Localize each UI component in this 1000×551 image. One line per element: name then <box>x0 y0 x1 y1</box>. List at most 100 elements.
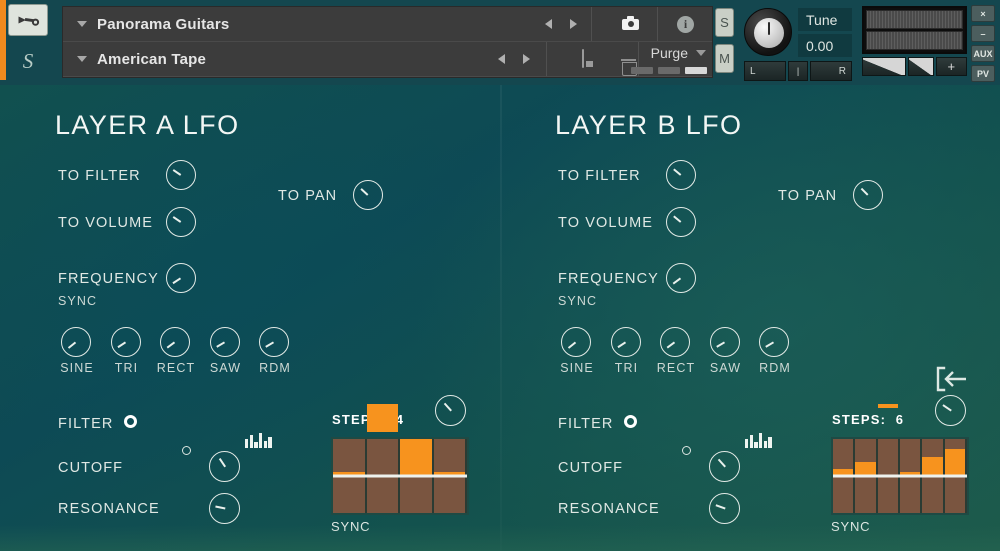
resonance-knob-b[interactable] <box>709 493 740 524</box>
to-filter-knob-b[interactable] <box>666 160 696 190</box>
knob-pointer <box>117 341 126 348</box>
preset-prev-button[interactable] <box>498 54 505 64</box>
to-pan-label-a: TO PAN <box>278 188 338 204</box>
close-button[interactable]: × <box>971 5 995 22</box>
pan-right-label[interactable]: R <box>810 61 852 81</box>
cutoff-mod-indicator-b[interactable] <box>682 446 691 455</box>
seq-bar[interactable] <box>366 404 398 432</box>
volume-minus-label: – <box>867 59 875 74</box>
seq-step[interactable] <box>877 404 900 513</box>
pan-center-handle[interactable]: | <box>788 61 808 81</box>
waveform-knob-saw-b[interactable] <box>709 327 740 357</box>
knob-pointer <box>360 188 369 196</box>
waveform-knob-tri-a[interactable] <box>110 327 141 357</box>
seq-step[interactable] <box>833 439 856 513</box>
waveform-knob-rdm-a[interactable] <box>259 327 289 357</box>
volume-increase-button[interactable]: + <box>935 57 967 76</box>
seq-step[interactable] <box>922 439 945 513</box>
waveform-label-rect-b: RECT <box>656 361 696 375</box>
seq-bar[interactable] <box>855 461 876 476</box>
instrument-next-button[interactable] <box>570 19 577 29</box>
seq-bar[interactable] <box>922 456 943 476</box>
seq-bar[interactable] <box>333 471 365 476</box>
cutoff-knob-b[interactable] <box>709 451 740 482</box>
wrench-icon[interactable] <box>8 4 48 36</box>
to-pan-knob-a[interactable] <box>353 180 383 210</box>
seq-bar[interactable] <box>400 439 432 476</box>
to-filter-knob-a[interactable] <box>166 160 196 190</box>
instrument-row[interactable]: Panorama Guitars i <box>63 7 712 42</box>
seq-bar[interactable] <box>899 471 921 476</box>
frequency-sync-label-a: SYNC <box>58 294 98 308</box>
aux-button[interactable]: AUX <box>971 45 995 62</box>
knob-pointer <box>216 341 225 348</box>
waveform-knob-rdm-b[interactable] <box>759 327 789 357</box>
preset-nav-group <box>498 54 530 64</box>
preset-row[interactable]: American Tape <box>63 42 712 77</box>
cutoff-label-a: CUTOFF <box>58 460 124 476</box>
cutoff-mod-indicator-a[interactable] <box>182 446 191 455</box>
waveform-label-tri-b: TRI <box>614 361 639 375</box>
knob-pointer <box>568 341 577 349</box>
volume-handle[interactable] <box>908 57 934 76</box>
to-volume-knob-a[interactable] <box>166 207 196 237</box>
seq-bar[interactable] <box>833 469 854 476</box>
steps-knob-b[interactable] <box>935 395 966 426</box>
chevron-down-icon[interactable] <box>696 50 706 56</box>
purge-menu[interactable]: Purge <box>651 45 706 61</box>
filter-toggle-a[interactable] <box>124 415 137 428</box>
step-sequencer-b[interactable] <box>831 404 969 515</box>
resonance-label-b: RESONANCE <box>558 501 660 517</box>
filter-toggle-b[interactable] <box>624 415 637 428</box>
seq-bar[interactable] <box>944 449 965 476</box>
resonance-knob-a[interactable] <box>209 493 240 524</box>
seq-step[interactable] <box>944 439 967 513</box>
minimize-button[interactable]: – <box>971 25 995 42</box>
info-icon[interactable]: i <box>677 15 694 33</box>
frequency-knob-b[interactable] <box>666 263 696 293</box>
solo-button[interactable]: S <box>715 8 734 37</box>
volume-decrease-button[interactable]: – <box>862 57 907 76</box>
save-icon[interactable] <box>582 49 584 68</box>
mute-button[interactable]: M <box>715 44 734 73</box>
seq-step[interactable] <box>855 439 878 513</box>
exit-left-arrow-icon[interactable] <box>934 364 970 394</box>
script-logo-icon[interactable]: S <box>8 42 48 80</box>
step-waveform-icon-b[interactable] <box>745 428 775 448</box>
waveform-knob-sine-b[interactable] <box>561 327 591 357</box>
seq-step[interactable] <box>366 404 400 513</box>
camera-icon[interactable] <box>621 15 639 33</box>
pan-left-label[interactable]: L <box>744 61 786 81</box>
volume-slider[interactable]: – + <box>862 57 967 76</box>
to-pan-knob-b[interactable] <box>853 180 883 210</box>
step-sequencer-a[interactable] <box>331 404 469 515</box>
preset-next-button[interactable] <box>523 54 530 64</box>
pan-slider[interactable]: L | R <box>744 61 852 81</box>
seq-bar[interactable] <box>433 472 465 476</box>
seq-step[interactable] <box>899 439 923 513</box>
waveform-knob-rect-a[interactable] <box>160 327 190 357</box>
step-waveform-icon-a[interactable] <box>245 428 275 448</box>
steps-knob-a[interactable] <box>435 395 466 426</box>
waveform-knob-sine-a[interactable] <box>61 327 91 357</box>
window-controls: × – AUX PV <box>971 5 995 82</box>
seq-step[interactable] <box>333 439 367 513</box>
chevron-down-icon[interactable] <box>77 56 87 62</box>
tune-value[interactable]: 0.00 <box>798 34 852 57</box>
to-volume-knob-b[interactable] <box>666 207 696 237</box>
waveform-knob-rect-b[interactable] <box>660 327 690 357</box>
seq-step[interactable] <box>400 439 434 513</box>
waveform-knob-tri-b[interactable] <box>610 327 641 357</box>
seq-bar[interactable] <box>877 404 898 409</box>
instrument-prev-button[interactable] <box>545 19 552 29</box>
accent-edge <box>0 0 6 80</box>
seq-step[interactable] <box>433 439 467 513</box>
knob-pointer <box>673 168 682 176</box>
tune-knob[interactable] <box>744 8 792 56</box>
waveform-knob-saw-a[interactable] <box>209 327 240 357</box>
pv-button[interactable]: PV <box>971 65 995 82</box>
filter-label-b: FILTER <box>558 416 614 432</box>
cutoff-knob-a[interactable] <box>209 451 240 482</box>
chevron-down-icon[interactable] <box>77 21 87 27</box>
frequency-knob-a[interactable] <box>166 263 196 293</box>
